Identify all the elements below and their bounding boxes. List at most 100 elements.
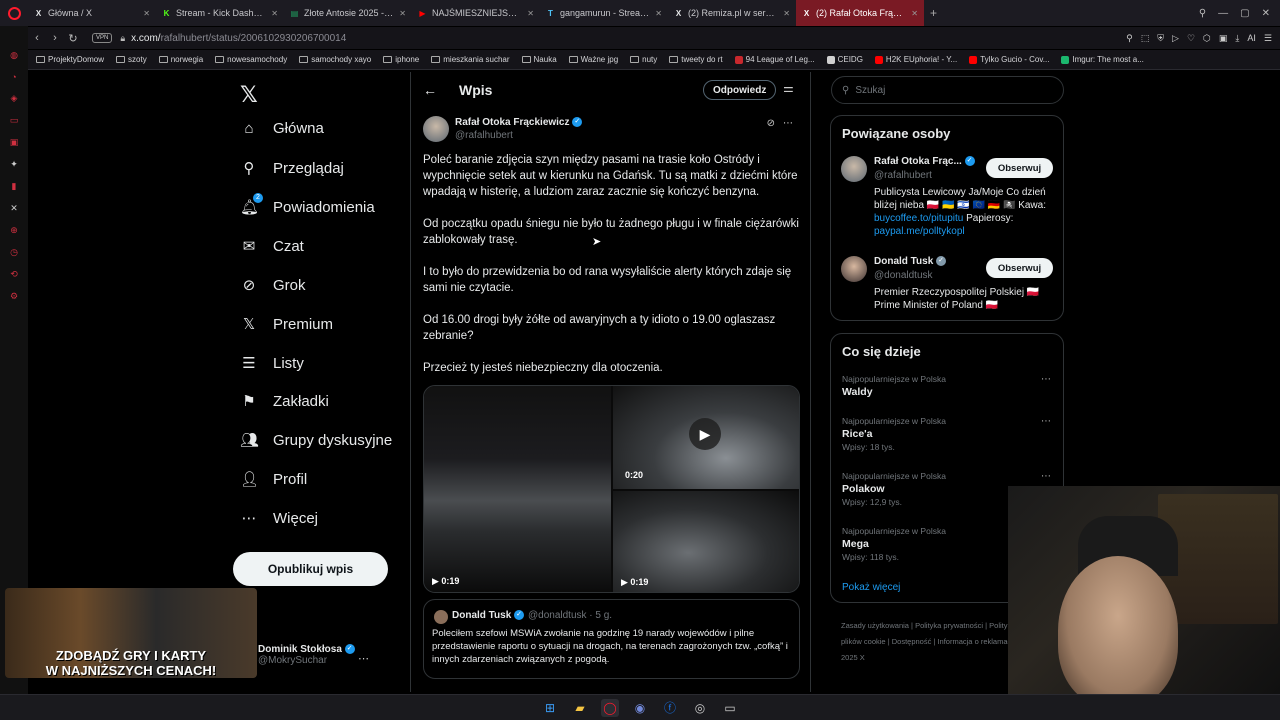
ai-button[interactable]: AI <box>1247 33 1256 44</box>
facebook-icon[interactable]: ⓕ <box>661 699 679 717</box>
close-tab-icon[interactable]: ✕ <box>655 9 662 18</box>
media-icon[interactable]: ▷ <box>1172 33 1179 44</box>
video-3[interactable]: ▶ 0:19 <box>613 491 799 592</box>
footer-link[interactable]: Polityka prywatności <box>915 621 983 630</box>
close-tab-icon[interactable]: ✕ <box>399 9 406 18</box>
account-switcher[interactable]: Dominik Stokłosa ✓ @MokrySuchar <box>258 644 408 666</box>
terminal-icon[interactable]: ▭ <box>721 699 739 717</box>
post-more-icon[interactable]: ⋯ <box>783 118 801 129</box>
messenger-icon[interactable]: ◍ <box>10 50 18 61</box>
quoted-post[interactable]: Donald Tusk ✓ @donaldtusk · 5 g. Polecił… <box>423 599 800 679</box>
show-more-link[interactable]: Pokaż więcej <box>842 582 900 593</box>
bookmark-item[interactable]: Ważne jpg <box>568 55 618 64</box>
back-nav-icon[interactable]: ‹ <box>28 32 46 44</box>
reply-button[interactable]: Odpowiedz <box>703 80 777 100</box>
opera-taskbar-icon[interactable]: ◯ <box>601 698 619 717</box>
browser-tab[interactable]: Tgangamurun - Stream Jan ✕ <box>540 0 668 26</box>
bookmark-item[interactable]: Imgur: The most a... <box>1061 55 1144 64</box>
x-logo-icon[interactable]: 𝕏 <box>240 82 258 108</box>
trend-item[interactable]: Najpopularniejsze w Polska Rice'a Wpisy: 1… <box>842 416 1057 452</box>
history-icon[interactable]: ◔ <box>11 72 16 82</box>
nav-item-zakładki[interactable]: ⚑ Zakładki <box>240 392 329 411</box>
bookmark-item[interactable]: ProjektyDomow <box>36 55 104 64</box>
share-icon[interactable]: ⟲ <box>10 269 18 280</box>
obs-icon[interactable]: ◎ <box>691 699 709 717</box>
follow-button[interactable]: Obserwuj <box>986 158 1053 178</box>
browser-tab[interactable]: X (2) Rafał Otoka Frąckiewic ✕ <box>796 0 924 26</box>
nav-item-grok[interactable]: ⊘ Grok <box>240 276 306 295</box>
chat-icon[interactable]: ▭ <box>10 115 19 126</box>
nav-item-główna[interactable]: ⌂ Główna <box>240 120 323 137</box>
bookmark-item[interactable]: iphone <box>383 55 419 64</box>
bookmark-item[interactable]: mieszkania suchar <box>431 55 510 64</box>
browser-tab[interactable]: K Stream - Kick Dashboard ✕ <box>156 0 284 26</box>
download-icon[interactable]: ⤓ <box>1235 33 1239 44</box>
vpn-badge[interactable]: VPN <box>92 33 113 43</box>
file-explorer-icon[interactable]: ▰ <box>571 699 589 717</box>
reload-icon[interactable]: ↻ <box>64 32 82 45</box>
filter-icon[interactable]: ⚌ <box>783 81 794 95</box>
author-avatar[interactable] <box>423 116 449 142</box>
nav-item-profil[interactable]: 👤︎ Profil <box>240 470 307 489</box>
close-tab-icon[interactable]: ✕ <box>143 9 150 18</box>
author-handle[interactable]: @rafalhubert <box>455 130 513 141</box>
grok-explain-icon[interactable]: ⊘ <box>767 118 783 129</box>
footer-link[interactable]: Dostępność <box>892 637 932 646</box>
video-1[interactable]: ▶ 0:19 <box>424 386 611 592</box>
opera-logo-icon[interactable] <box>0 0 28 26</box>
browser-tab[interactable]: X Główna / X ✕ <box>28 0 156 26</box>
nav-item-przeglądaj[interactable]: ⚲ Przeglądaj <box>240 159 344 178</box>
video-2[interactable]: ▶ 0:20 <box>613 386 799 489</box>
new-tab-button[interactable]: + <box>924 6 943 20</box>
account-more-icon[interactable]: ⋯ <box>358 652 369 665</box>
trend-more-icon[interactable]: ⋯ <box>1041 416 1051 427</box>
close-tab-icon[interactable]: ✕ <box>911 9 918 18</box>
trend-more-icon[interactable]: ⋯ <box>1041 374 1051 385</box>
extensions-icon[interactable]: ⬡ <box>1203 33 1211 44</box>
bio-link[interactable]: paypal.me/polltykopl <box>874 226 965 237</box>
bookmark-item[interactable]: tweety do rt <box>669 55 723 64</box>
nav-item-grupy-dyskusyjne[interactable]: 👥︎ Grupy dyskusyjne <box>240 431 392 450</box>
bookmark-item[interactable]: szoty <box>116 55 147 64</box>
close-tab-icon[interactable]: ✕ <box>783 9 790 18</box>
bookmark-item[interactable]: Nauka <box>521 55 557 64</box>
discord-icon[interactable]: ◉ <box>631 699 649 717</box>
play-icon[interactable]: ▶ <box>689 418 721 450</box>
bio-link[interactable]: buycoffee.to/pitupitu <box>874 213 963 224</box>
windows-start-icon[interactable]: ⊞ <box>541 699 559 717</box>
nav-item-czat[interactable]: ✉ Czat <box>240 237 304 256</box>
bookmark-item[interactable]: CEIDG <box>826 55 863 64</box>
close-tab-icon[interactable]: ✕ <box>271 9 278 18</box>
trend-item[interactable]: Najpopularniejsze w Polska Waldy ⋯ <box>842 374 1057 398</box>
bookmark-item[interactable]: Tylko Gucio - Cov... <box>969 55 1049 64</box>
chatgpt-icon[interactable]: ✦ <box>10 159 18 170</box>
player-icon[interactable]: ▣ <box>10 137 19 148</box>
forward-nav-icon[interactable]: › <box>46 32 64 44</box>
browser-tab[interactable]: ▤ Złote Antosie 2025 - Arku ✕ <box>284 0 412 26</box>
url-field[interactable]: x.com/rafalhubert/status/200610293020670… <box>131 33 346 44</box>
close-tab-icon[interactable]: ✕ <box>527 9 534 18</box>
snapshot-icon[interactable]: ⬚ <box>1141 33 1150 44</box>
follow-button[interactable]: Obserwuj <box>986 258 1053 278</box>
search-tabs-icon[interactable]: ⚲ <box>1199 8 1206 19</box>
browser-tab[interactable]: X (2) Remiza.pl w serwisie X ✕ <box>668 0 796 26</box>
shield-icon[interactable]: ⛨ <box>1157 33 1164 44</box>
bookmark-item[interactable]: nowesamochody <box>215 55 287 64</box>
wallet-icon[interactable]: ◈ <box>11 93 18 104</box>
footer-link[interactable]: Informacja o reklamach <box>937 637 1015 646</box>
bookmark-item[interactable]: H2K EUphoria! - Y... <box>874 55 957 64</box>
footer-link[interactable]: Zasady użytkowania <box>841 621 909 630</box>
camera-icon[interactable]: ▣ <box>1219 33 1228 44</box>
heart-icon[interactable]: ♡ <box>1187 33 1195 44</box>
search-input[interactable]: ⚲ Szukaj <box>831 76 1064 104</box>
twitch-icon[interactable]: ▮ <box>12 181 17 192</box>
lock-icon[interactable]: 🔒︎ <box>120 33 125 44</box>
close-window-button[interactable]: ✕ <box>1262 8 1270 19</box>
nav-item-więcej[interactable]: ⋯ Więcej <box>240 509 319 528</box>
browser-tab[interactable]: ▶ NAJŚMIESZNIEJSZE MOM ✕ <box>412 0 540 26</box>
pin-icon[interactable]: ⚲ <box>1126 33 1133 44</box>
post-button[interactable]: Opublikuj wpis <box>233 552 388 586</box>
bookmark-item[interactable]: nuty <box>630 55 657 64</box>
nav-item-listy[interactable]: ☰ Listy <box>240 354 304 373</box>
maximize-button[interactable]: ▢ <box>1240 8 1249 19</box>
